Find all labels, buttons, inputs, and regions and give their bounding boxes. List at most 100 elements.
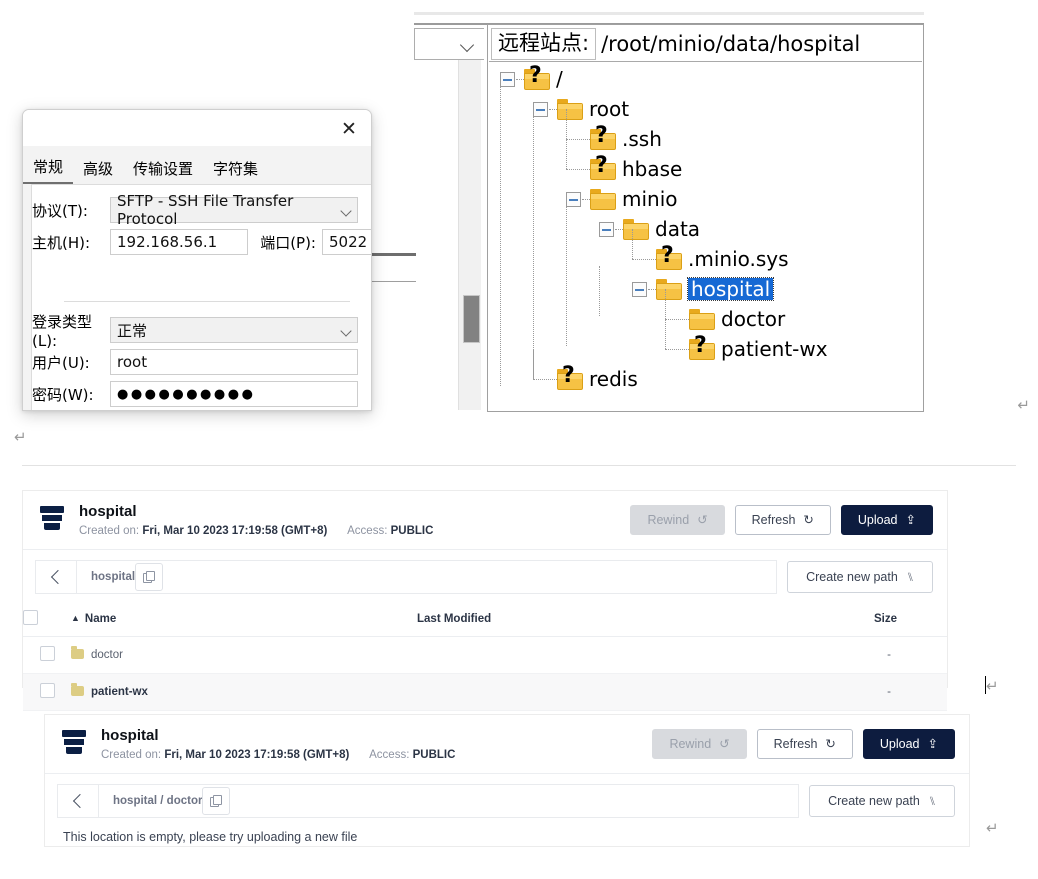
dialog-tab-0[interactable]: 常规 (23, 154, 74, 184)
cell-name[interactable]: patient-wx (71, 673, 417, 711)
dialog-tab-2[interactable]: 传输设置 (123, 156, 203, 184)
logon-type-select[interactable]: 正常 (110, 317, 358, 343)
scrollbar-thumb[interactable] (463, 295, 480, 343)
remote-directory-tree[interactable]: ? / root? .ssh? hbase minio data? .minio.sys hos… (490, 64, 921, 394)
cell-last-modified (417, 673, 747, 711)
tree-expander[interactable] (533, 102, 548, 117)
dialog-tab-1[interactable]: 高级 (73, 156, 123, 184)
tree-connector (665, 289, 666, 319)
pane-divider-1 (372, 253, 416, 256)
folder-unknown-icon: ? (590, 124, 616, 150)
bucket-actions: Rewind ↺ Refresh ↻ Upload ⇪ (652, 728, 955, 759)
tree-connector (566, 109, 567, 139)
refresh-label: Refresh (751, 512, 796, 527)
back-button[interactable] (58, 784, 99, 817)
dialog-body: 常规 高级 传输设置 字符集 协议(T): SFTP - SSH File Trans… (23, 146, 371, 410)
back-button[interactable] (36, 560, 77, 593)
bucket-header: hospital Created on: Fri, Mar 10 2023 17… (23, 491, 947, 550)
tree-node-hbase[interactable]: ? hbase (590, 154, 682, 184)
copy-path-button[interactable] (202, 786, 231, 815)
copy-icon (210, 794, 223, 807)
row-checkbox-cell[interactable] (23, 673, 71, 711)
row-checkbox[interactable] (39, 682, 55, 698)
select-all-header[interactable] (23, 603, 71, 637)
tree-spine (599, 266, 600, 316)
column-header-name[interactable]: ▲ Name (71, 603, 417, 637)
upload-button[interactable]: Upload ⇪ (862, 728, 955, 759)
tree-expander[interactable] (599, 222, 614, 237)
host-row: 主机(H): 192.168.56.1 端口(P): 5022 (32, 229, 371, 255)
cell-name[interactable]: doctor (71, 636, 417, 674)
breadcrumb[interactable]: hospital / doctor (99, 795, 202, 807)
refresh-button[interactable]: Refresh ↻ (734, 504, 831, 535)
select-all-checkbox[interactable] (23, 609, 38, 625)
dialog-tabs[interactable]: 常规 高级 传输设置 字符集 (23, 154, 268, 184)
tree-node-ssh[interactable]: ? .ssh (590, 124, 662, 154)
user-row: 用户(U): root (32, 349, 371, 375)
create-new-path-label: Create new path (806, 569, 898, 584)
folder-icon (590, 188, 616, 210)
password-input[interactable]: ●●●●●●●●●● (110, 381, 358, 407)
chevron-down-icon (340, 205, 352, 217)
remote-site-path[interactable]: /root/minio/data/hospital (601, 32, 860, 56)
breadcrumb[interactable]: hospital (77, 571, 135, 583)
chevron-left-icon (50, 569, 65, 584)
objects-table: ▲ Name Last Modified Size doctor - patient-wx - (23, 603, 947, 711)
user-input[interactable]: root (110, 349, 358, 375)
tree-node-hospital[interactable]: hospital (656, 274, 775, 304)
tree-node-minio-sys[interactable]: ? .minio.sys (656, 244, 789, 274)
logon-type-value: 正常 (117, 321, 148, 340)
create-new-path-button[interactable]: Create new path ⑊ (809, 784, 955, 817)
folder-unknown-icon: ? (557, 364, 583, 390)
dialog-tab-3[interactable]: 字符集 (203, 156, 268, 184)
port-input[interactable]: 5022 (322, 229, 371, 255)
row-checkbox-cell[interactable] (23, 636, 71, 674)
protocol-row: 协议(T): SFTP - SSH File Transfer Protocol (32, 192, 371, 228)
tree-node-label: .minio.sys (688, 247, 789, 271)
pilcrow-mark-2: ↵ (986, 677, 999, 695)
text-cursor (985, 676, 986, 694)
row-checkbox[interactable] (39, 645, 55, 661)
rewind-button[interactable]: Rewind ↺ (630, 504, 725, 535)
tree-node-redis[interactable]: ? redis (557, 364, 638, 394)
tree-spine (566, 206, 567, 346)
user-value: root (117, 353, 148, 371)
tree-node-root[interactable]: root (557, 94, 629, 124)
tree-expander[interactable] (566, 192, 581, 207)
breadcrumb-box: hospital / doctor (57, 783, 800, 818)
tree-connector (665, 319, 689, 320)
access-value: PUBLIC (390, 524, 434, 537)
port-label: 端口(P): (260, 233, 316, 252)
tree-node-[interactable]: ? / (524, 64, 563, 94)
cell-size: - (747, 673, 947, 711)
created-value: Fri, Mar 10 2023 17:19:58 (GMT+8) (142, 524, 328, 537)
tree-node-doctor[interactable]: doctor (689, 304, 785, 334)
refresh-label: Refresh (773, 736, 818, 751)
refresh-button[interactable]: Refresh ↻ (756, 728, 853, 759)
tree-node-data[interactable]: data (623, 214, 700, 244)
table-row[interactable]: patient-wx - (23, 673, 947, 711)
rewind-button[interactable]: Rewind ↺ (652, 728, 747, 759)
tree-expander[interactable] (632, 282, 647, 297)
host-input[interactable]: 192.168.56.1 (110, 229, 249, 255)
column-header-last-modified[interactable]: Last Modified (417, 603, 747, 637)
upload-button[interactable]: Upload ⇪ (840, 504, 933, 535)
sort-asc-icon: ▲ (71, 612, 80, 623)
cell-last-modified (417, 636, 747, 674)
tree-node-label: hospital (686, 277, 775, 301)
remote-site-bar: 远程站点: /root/minio/data/hospital (489, 26, 922, 62)
column-header-size[interactable]: Size (747, 603, 947, 637)
tree-node-label: doctor (721, 307, 786, 331)
copy-path-button[interactable] (135, 562, 164, 591)
tree-connector (648, 289, 656, 290)
protocol-select[interactable]: SFTP - SSH File Transfer Protocol (110, 192, 358, 228)
tree-node-minio[interactable]: minio (590, 184, 678, 214)
local-pane-scrollbar[interactable] (458, 60, 481, 410)
create-new-path-button[interactable]: Create new path ⑊ (787, 560, 933, 593)
remote-site-label: 远程站点: (491, 27, 597, 61)
minio-object-browser-2: hospital Created on: Fri, Mar 10 2023 17… (44, 714, 970, 847)
tree-expander[interactable] (500, 72, 515, 87)
close-icon[interactable]: ✕ (339, 119, 359, 139)
tree-node-patient-wx[interactable]: ? patient-wx (689, 334, 828, 364)
table-row[interactable]: doctor - (23, 636, 947, 674)
